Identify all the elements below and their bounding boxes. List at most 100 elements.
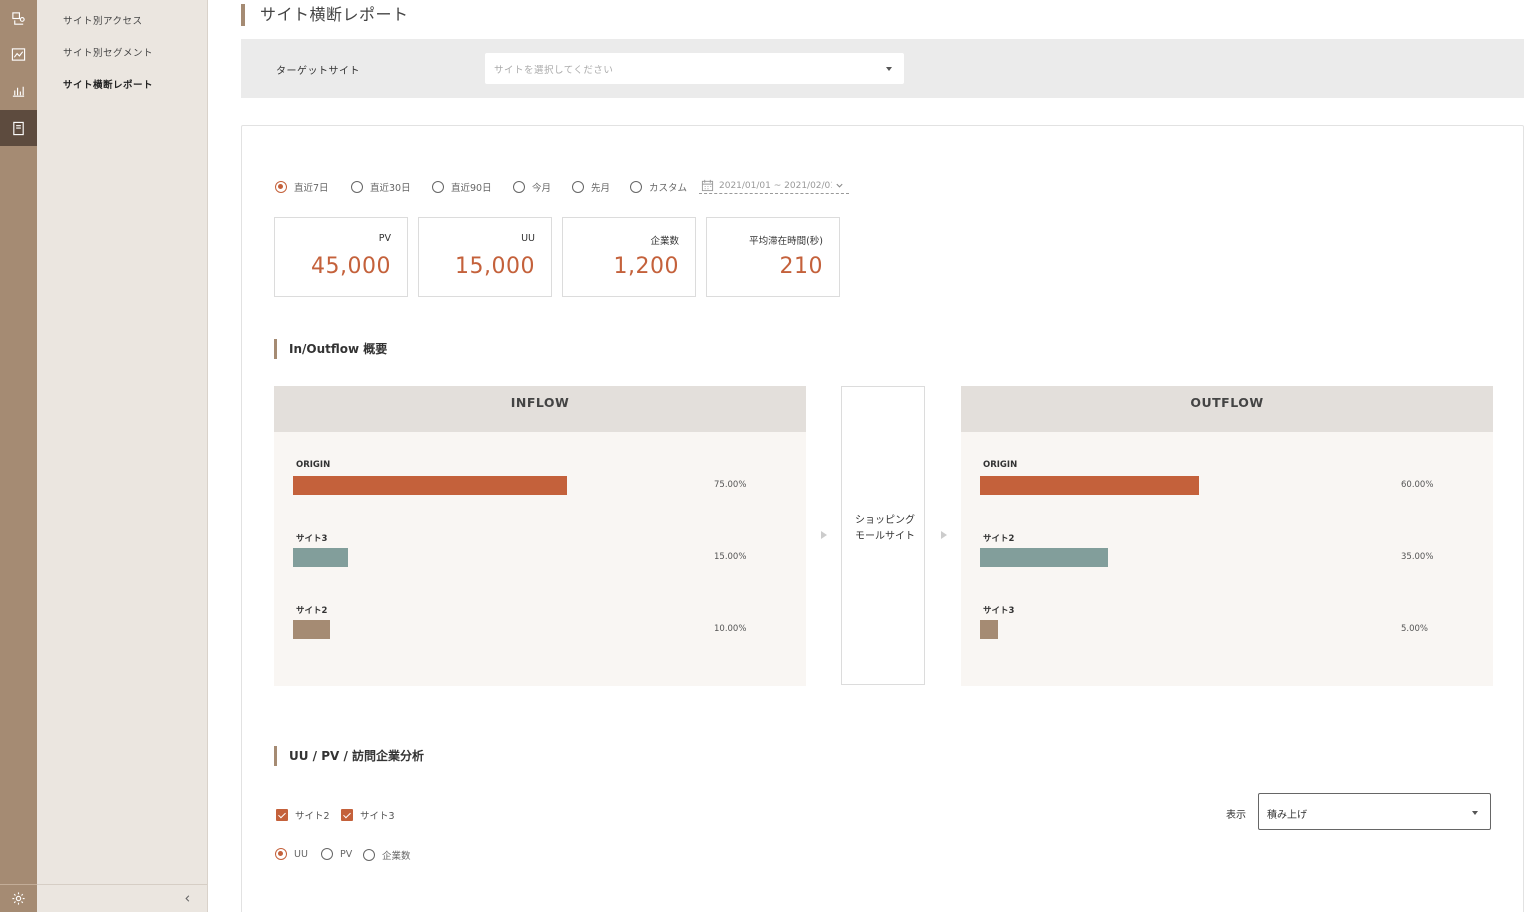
flow-row-label: ORIGIN (296, 460, 331, 470)
page-title: サイト横断レポート (241, 4, 409, 26)
arrow-right-icon (821, 531, 827, 539)
outflow-panel: OUTFLOW ORIGIN 60.00% サイト2 35.00% サイト3 5… (961, 386, 1493, 686)
flow-row-percent: 35.00% (1401, 552, 1434, 562)
metric-radio-companies[interactable]: 企業数 (363, 848, 411, 862)
flow-row-percent: 10.00% (714, 624, 747, 634)
radio-button[interactable] (275, 848, 287, 860)
period-radio-this-month[interactable]: 今月 (513, 180, 551, 194)
icon-rail (0, 0, 37, 912)
radio-label: 今月 (532, 183, 552, 194)
radio-button[interactable] (321, 848, 333, 860)
caret-down-icon (1472, 811, 1478, 815)
arrow-right-icon (941, 531, 947, 539)
radio-button[interactable] (630, 181, 642, 193)
period-radio-90d[interactable]: 直近90日 (432, 180, 492, 194)
period-radio-7d[interactable]: 直近7日 (275, 180, 329, 194)
report-card: 直近7日 直近30日 直近90日 今月 先月 カスタム 2021/01/01 ~… (241, 125, 1524, 912)
outflow-title: OUTFLOW (961, 386, 1493, 432)
site3-checkbox[interactable]: サイト3 (341, 808, 395, 822)
flow-row-percent: 75.00% (714, 480, 747, 490)
display-mode-label: 表示 (1226, 810, 1246, 821)
site-select-placeholder: サイトを選択してください (494, 65, 614, 76)
flow-row: ORIGIN 60.00% (980, 460, 1480, 504)
caret-down-icon (886, 67, 892, 71)
radio-label: 先月 (591, 183, 611, 194)
date-range-text: 2021/01/01 ~ 2021/02/01 (719, 180, 832, 191)
kpi-value: 45,000 (311, 254, 391, 279)
period-radio-custom[interactable]: カスタム (630, 180, 687, 194)
flow-row-label: サイト2 (296, 606, 328, 616)
radio-label: 直近7日 (294, 183, 329, 194)
metric-radio-uu[interactable]: UU (275, 848, 308, 860)
radio-button[interactable] (572, 181, 584, 193)
kpi-card-avg-stay: 平均滞在時間(秒) 210 (706, 217, 840, 297)
site2-checkbox[interactable]: サイト2 (276, 808, 330, 822)
sidebar-item-cross-site-report[interactable]: サイト横断レポート (63, 77, 153, 91)
kpi-value: 1,200 (613, 254, 679, 279)
report-icon[interactable] (0, 0, 37, 36)
target-site-panel: ターゲットサイト サイトを選択してください (241, 39, 1524, 98)
flow-bar (980, 620, 999, 639)
period-radio-last-month[interactable]: 先月 (572, 180, 610, 194)
inflow-title: INFLOW (274, 386, 806, 432)
center-site-name: ショッピングモールサイト (855, 515, 915, 542)
site-select[interactable]: サイトを選択してください (485, 53, 904, 84)
radio-button[interactable] (363, 849, 375, 861)
flow-row-label: サイト3 (983, 606, 1015, 616)
flow-bar (293, 476, 567, 495)
radio-button[interactable] (432, 181, 444, 193)
kpi-label: 企業数 (650, 236, 679, 247)
sidebar-item-site-segment[interactable]: サイト別セグメント (63, 45, 153, 59)
checkbox-label: サイト2 (295, 811, 330, 822)
radio-label: 直近30日 (370, 183, 411, 194)
radio-button[interactable] (351, 181, 363, 193)
kpi-card-uu: UU 15,000 (418, 217, 552, 297)
flow-row: ORIGIN 75.00% (293, 460, 793, 504)
kpi-card-companies: 企業数 1,200 (562, 217, 696, 297)
sidebar-footer (37, 884, 207, 912)
radio-label: 直近90日 (451, 183, 492, 194)
flow-bar (980, 548, 1108, 567)
flow-row-percent: 60.00% (1401, 480, 1434, 490)
flow-row-label: サイト2 (983, 534, 1015, 544)
inflow-panel: INFLOW ORIGIN 75.00% サイト3 15.00% サイト2 10… (274, 386, 806, 686)
radio-label: UU (294, 848, 308, 860)
sub-sidebar: サイト別アクセス サイト別セグメント サイト横断レポート (37, 0, 208, 912)
radio-label: 企業数 (382, 851, 411, 862)
flow-row-percent: 15.00% (714, 552, 747, 562)
bar-chart-icon[interactable] (0, 72, 37, 108)
radio-button[interactable] (275, 181, 287, 193)
calendar-icon (701, 179, 714, 192)
kpi-label: UU (521, 233, 535, 244)
flow-bar (293, 548, 348, 567)
flow-bar (980, 476, 1199, 495)
document-icon[interactable] (0, 110, 37, 146)
flow-row: サイト3 15.00% (293, 532, 793, 576)
flow-row: サイト3 5.00% (980, 604, 1480, 648)
radio-label: PV (340, 848, 353, 860)
line-chart-icon[interactable] (0, 36, 37, 72)
kpi-value: 15,000 (455, 254, 535, 279)
gear-icon[interactable] (0, 884, 37, 912)
period-radio-30d[interactable]: 直近30日 (351, 180, 411, 194)
flow-bar (293, 620, 330, 639)
main-content: サイト横断レポート ターゲットサイト サイトを選択してください 直近7日 直近3… (208, 0, 1535, 912)
metric-radio-pv[interactable]: PV (321, 848, 352, 860)
flow-row: サイト2 10.00% (293, 604, 793, 648)
kpi-label: 平均滞在時間(秒) (749, 236, 823, 247)
date-range-picker[interactable]: 2021/01/01 ~ 2021/02/01 (699, 178, 849, 194)
checkbox-label: サイト3 (360, 811, 395, 822)
target-site-label: ターゲットサイト (276, 66, 360, 77)
display-mode-select[interactable]: 積み上げ (1258, 793, 1491, 830)
analysis-section-title: UU / PV / 訪問企業分析 (274, 746, 424, 766)
radio-button[interactable] (513, 181, 525, 193)
flow-row-percent: 5.00% (1401, 624, 1429, 634)
checkbox[interactable] (341, 809, 353, 821)
flow-row-label: ORIGIN (983, 460, 1018, 470)
sidebar-item-site-access[interactable]: サイト別アクセス (63, 13, 143, 27)
chevron-left-icon[interactable] (181, 892, 193, 904)
center-site-box: ショッピングモールサイト (841, 386, 925, 685)
checkbox[interactable] (276, 809, 288, 821)
kpi-value: 210 (779, 254, 823, 279)
flow-section-title: In/Outflow 概要 (274, 339, 387, 359)
